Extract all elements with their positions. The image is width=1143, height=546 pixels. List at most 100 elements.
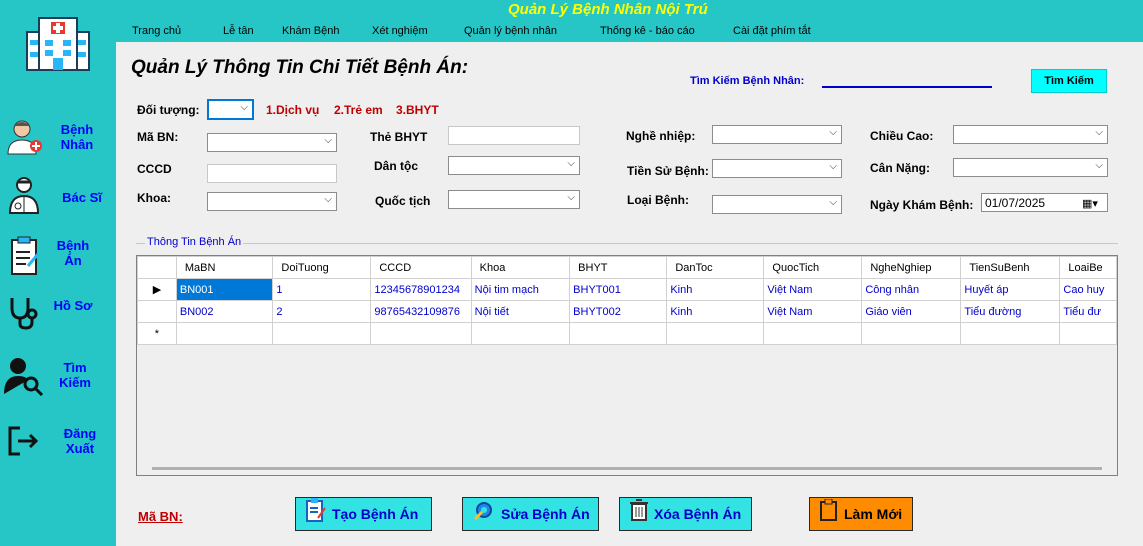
chieu-cao-label: Chiều Cao:: [870, 129, 934, 143]
table-row[interactable]: ▶ BN001 1 12345678901234 Nội tim mạch BH…: [137, 278, 1117, 301]
chevron-down-icon: ⌵: [829, 161, 837, 172]
col-header[interactable]: Khoa: [470, 256, 571, 279]
cccd-field[interactable]: [207, 164, 337, 183]
table-cell[interactable]: Nội tiết: [470, 300, 571, 323]
current-row-indicator[interactable]: ▶: [137, 278, 177, 301]
table-row[interactable]: BN002 2 98765432109876 Nội tiết BHYT002 …: [137, 300, 1117, 323]
table-cell[interactable]: [960, 322, 1061, 345]
sidebar-item-label: Bác Sĩ: [62, 190, 102, 205]
col-header[interactable]: DanToc: [666, 256, 765, 279]
col-header[interactable]: BHYT: [569, 256, 668, 279]
sidebar-item-ho-so[interactable]: Hồ Sơ: [0, 292, 116, 334]
edit-record-button[interactable]: Sửa Bệnh Án: [462, 497, 599, 531]
table-cell[interactable]: 1: [272, 278, 372, 301]
sidebar-item-benh-an[interactable]: Bệnh Án: [0, 232, 116, 278]
menu-trang-chu[interactable]: Trang chủ: [132, 25, 181, 37]
can-nang-select[interactable]: ⌵: [953, 158, 1108, 177]
table-cell[interactable]: [272, 322, 372, 345]
doi-tuong-option: 1.Dịch vụ: [266, 103, 320, 117]
col-header[interactable]: TienSuBenh: [960, 256, 1061, 279]
mabn-select[interactable]: ⌵: [207, 133, 337, 152]
table-cell[interactable]: Kinh: [666, 300, 765, 323]
delete-record-button[interactable]: Xóa Bệnh Án: [619, 497, 752, 531]
table-cell[interactable]: [470, 322, 571, 345]
chevron-down-icon: ⌵: [829, 127, 837, 138]
new-row[interactable]: *: [137, 322, 1117, 345]
search-input[interactable]: [822, 86, 992, 88]
table-cell[interactable]: 98765432109876: [370, 300, 472, 323]
create-record-button[interactable]: Tạo Bệnh Án: [295, 497, 432, 531]
table-cell[interactable]: [370, 322, 472, 345]
group-border: [136, 243, 1118, 244]
row-header[interactable]: [137, 300, 177, 323]
calendar-icon[interactable]: ▦▾: [1082, 197, 1098, 210]
table-cell[interactable]: [175, 322, 274, 345]
col-header[interactable]: QuocTich: [763, 256, 863, 279]
chevron-down-icon: ⌵: [324, 135, 332, 146]
the-bhyt-field[interactable]: [448, 126, 580, 145]
table-cell[interactable]: [763, 322, 863, 345]
khoa-select[interactable]: ⌵: [207, 192, 337, 211]
col-header[interactable]: NgheNghiep: [861, 256, 962, 279]
mabn-bottom-label: Mã BN:: [138, 509, 183, 524]
table-cell[interactable]: 12345678901234: [370, 278, 472, 301]
ngay-kham-datepicker[interactable]: 01/07/2025 ▦▾: [981, 193, 1108, 212]
table-cell[interactable]: Việt Nam: [763, 300, 863, 323]
sidebar-item-tim-kiem[interactable]: Tìm Kiếm: [0, 354, 116, 400]
mabn-label: Mã BN:: [137, 130, 179, 144]
col-header[interactable]: LoaiBe: [1059, 256, 1117, 279]
menu-quan-ly-benh-nhan[interactable]: Quản lý bệnh nhân: [464, 25, 557, 37]
col-header[interactable]: CCCD: [370, 256, 472, 279]
new-row-indicator[interactable]: *: [137, 322, 177, 345]
doi-tuong-select[interactable]: ⌵: [207, 99, 254, 120]
sidebar-item-dang-xuat[interactable]: Đăng Xuất: [0, 420, 116, 466]
sidebar-item-bac-si[interactable]: Bác Sĩ: [0, 174, 116, 214]
table-cell[interactable]: Cao huy: [1059, 278, 1117, 301]
clipboard-edit-icon: [306, 498, 326, 533]
tien-su-label: Tiền Sử Bệnh:: [627, 164, 709, 178]
dan-toc-select[interactable]: ⌵: [448, 156, 580, 175]
menu-xet-nghiem[interactable]: Xét nghiệm: [372, 25, 428, 37]
col-header[interactable]: DoiTuong: [272, 256, 372, 279]
tien-su-select[interactable]: ⌵: [712, 159, 842, 178]
table-cell[interactable]: Giáo viên: [861, 300, 962, 323]
table-cell[interactable]: [1059, 322, 1117, 345]
horizontal-scrollbar[interactable]: [152, 467, 1102, 470]
table-cell[interactable]: Huyết áp: [960, 278, 1061, 301]
loai-benh-select[interactable]: ⌵: [712, 195, 842, 214]
menu-kham-benh[interactable]: Khám Bệnh: [282, 25, 339, 37]
row-header-corner: [137, 256, 177, 279]
chieu-cao-select[interactable]: ⌵: [953, 125, 1108, 144]
table-cell[interactable]: Công nhân: [861, 278, 962, 301]
nghe-nghiep-select[interactable]: ⌵: [712, 125, 842, 144]
table-cell[interactable]: Tiểu đư: [1059, 300, 1117, 323]
table-cell[interactable]: Việt Nam: [763, 278, 863, 301]
table-cell[interactable]: Kinh: [666, 278, 765, 301]
clipboard-icon: [10, 236, 40, 279]
table-cell[interactable]: 2: [272, 300, 372, 323]
table-cell[interactable]: Nội tim mạch: [470, 278, 571, 301]
table-cell[interactable]: [861, 322, 962, 345]
wrench-gear-icon: [473, 499, 495, 532]
sidebar-item-benh-nhan[interactable]: Bệnh Nhân: [0, 112, 116, 162]
col-header[interactable]: MaBN: [175, 256, 274, 279]
delete-record-label: Xóa Bệnh Án: [654, 506, 742, 522]
table-cell[interactable]: [569, 322, 668, 345]
search-button[interactable]: Tìm Kiếm: [1031, 69, 1107, 93]
table-cell[interactable]: Tiểu đường: [960, 300, 1061, 323]
doi-tuong-option: 3.BHYT: [396, 103, 439, 117]
refresh-button[interactable]: Làm Mới: [809, 497, 913, 531]
search-user-icon: [4, 356, 44, 399]
menu-le-tan[interactable]: Lễ tân: [223, 25, 254, 37]
chevron-down-icon: ⌵: [1095, 160, 1103, 171]
data-grid[interactable]: MaBN DoiTuong CCCD Khoa BHYT DanToc Quoc…: [136, 255, 1118, 476]
quoc-tich-label: Quốc tịch: [375, 194, 431, 208]
quoc-tich-select[interactable]: ⌵: [448, 190, 580, 209]
table-cell[interactable]: [666, 322, 765, 345]
menu-thong-ke[interactable]: Thống kê - báo cáo: [600, 25, 695, 37]
table-cell[interactable]: BHYT002: [569, 300, 668, 323]
table-cell[interactable]: BHYT001: [569, 278, 668, 301]
table-cell[interactable]: BN001: [175, 278, 274, 301]
menu-cai-dat[interactable]: Cài đặt phím tắt: [733, 25, 811, 37]
table-cell[interactable]: BN002: [175, 300, 274, 323]
